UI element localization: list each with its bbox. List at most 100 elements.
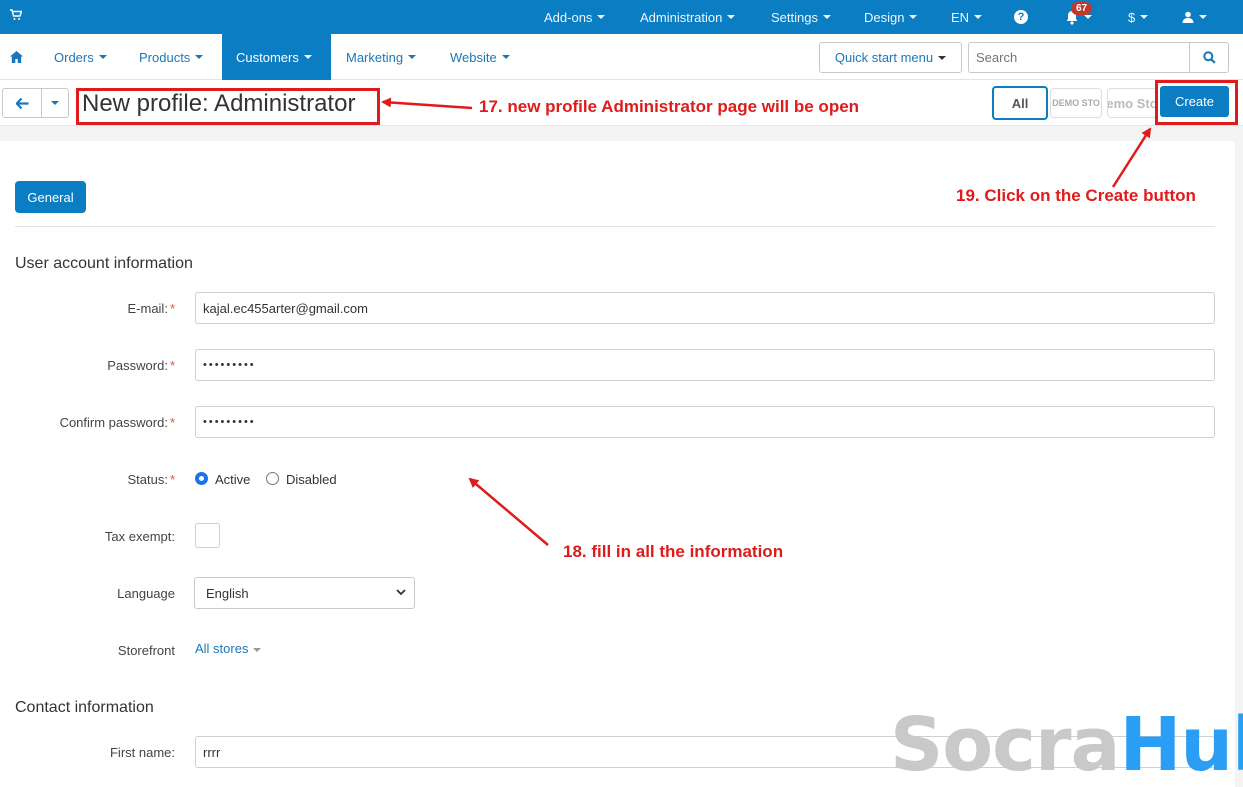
profile-form-panel: General User account information E-mail:…	[0, 141, 1235, 787]
nav-marketing-label: Marketing	[346, 49, 404, 65]
annotation-step19: 19. Click on the Create button	[956, 186, 1196, 205]
help-button[interactable]: ?	[1014, 0, 1028, 34]
watermark-part1: Socra	[890, 702, 1120, 787]
topnav-design[interactable]: Design	[864, 0, 918, 34]
chevron-down-icon	[727, 15, 736, 19]
password-label: Password: *	[0, 358, 175, 373]
storefront-all-button[interactable]: All	[992, 86, 1048, 120]
chevron-down-icon	[98, 55, 107, 59]
main-navigation: Orders Products Customers Marketing Webs…	[0, 34, 1243, 80]
first-name-label: First name:	[109, 745, 175, 760]
annotation-step17: 17. new profile Administrator page will …	[479, 97, 860, 116]
topnav-addons[interactable]: Add-ons	[544, 0, 606, 34]
search-icon	[1202, 51, 1216, 64]
chevron-down-icon	[909, 15, 918, 19]
user-account-section-title: User account information	[15, 255, 193, 272]
tax-exempt-label: Tax exempt:	[104, 529, 175, 544]
title-highlight-box	[76, 88, 380, 125]
required-marker: *	[169, 472, 175, 487]
topnav-administration-label: Administration	[640, 9, 723, 25]
chevron-down-icon	[253, 647, 262, 652]
topnav-addons-label: Add-ons	[544, 9, 593, 25]
topnav-settings-label: Settings	[771, 9, 818, 25]
nav-products[interactable]: Products	[125, 34, 217, 80]
chevron-down-icon	[195, 55, 204, 59]
tax-exempt-checkbox[interactable]	[195, 523, 220, 548]
topnav-settings[interactable]: Settings	[771, 0, 831, 34]
search-button[interactable]	[1189, 42, 1229, 73]
socrahub-watermark: SocraHub	[890, 708, 1243, 782]
notification-count-badge: 67	[1071, 2, 1093, 15]
password-label-text: Password:	[107, 358, 168, 373]
status-disabled-radio[interactable]	[266, 472, 279, 485]
nav-customers[interactable]: Customers	[222, 34, 331, 80]
confirm-password-label-text: Confirm password:	[59, 415, 168, 430]
nav-customers-label: Customers	[236, 49, 299, 65]
language-select[interactable]: English	[194, 577, 415, 609]
chevron-down-icon	[1199, 15, 1207, 19]
annotation-step18: 18. fill in all the information	[563, 542, 784, 561]
question-icon: ?	[1014, 10, 1028, 24]
required-marker: *	[169, 301, 175, 316]
chevron-down-icon	[597, 15, 606, 19]
required-marker: *	[169, 358, 175, 373]
storefront-demo-logo-2[interactable]: emo Sto	[1107, 88, 1157, 118]
back-dropdown-button[interactable]	[41, 88, 69, 118]
home-icon[interactable]	[10, 51, 23, 63]
chevron-down-icon	[822, 15, 831, 19]
topnav-design-label: Design	[864, 9, 905, 25]
cart-icon[interactable]	[10, 9, 23, 24]
contact-section-title: Contact information	[15, 699, 154, 716]
create-highlight-box	[1155, 80, 1238, 125]
tab-general[interactable]: General	[15, 181, 86, 213]
storefront-demo-logo-1[interactable]: DEMO STO	[1050, 88, 1102, 118]
currency-switcher[interactable]: $	[1128, 0, 1149, 34]
nav-marketing[interactable]: Marketing	[332, 34, 430, 80]
email-label-text: E-mail:	[127, 301, 168, 316]
chevron-down-icon	[303, 55, 312, 59]
status-label-text: Status:	[127, 472, 168, 487]
user-icon	[1182, 11, 1194, 23]
nav-orders-label: Orders	[54, 49, 94, 65]
email-label: E-mail: *	[0, 301, 175, 316]
topnav-language-label: EN	[951, 9, 970, 25]
nav-website-label: Website	[450, 49, 497, 65]
tab-divider	[15, 226, 1215, 227]
storefront-label: Storefront	[117, 643, 175, 658]
top-admin-bar: Add-ons Administration Settings Design E…	[0, 0, 1243, 34]
required-marker: *	[169, 415, 175, 430]
nav-website[interactable]: Website	[436, 34, 524, 80]
nav-products-label: Products	[139, 49, 191, 65]
language-label: Language	[117, 586, 175, 601]
user-menu[interactable]	[1182, 0, 1207, 34]
topnav-language[interactable]: EN	[951, 0, 983, 34]
chevron-down-icon	[938, 55, 947, 60]
search-input[interactable]	[968, 42, 1189, 73]
quick-start-menu-button[interactable]: Quick start menu	[819, 42, 962, 73]
password-field[interactable]: •••••••••	[195, 349, 1215, 381]
storefront-picker[interactable]: All stores	[195, 641, 262, 656]
chevron-down-icon	[1140, 15, 1149, 19]
status-disabled-label[interactable]: Disabled	[286, 472, 337, 487]
chevron-down-icon	[408, 55, 417, 59]
watermark-part2: Hub	[1119, 702, 1243, 787]
chevron-down-icon	[51, 101, 59, 105]
status-label: Status: *	[0, 472, 175, 487]
chevron-down-icon	[501, 55, 510, 59]
storefront-picker-value: All stores	[195, 641, 249, 656]
email-field[interactable]: kajal.ec455arter@gmail.com	[195, 292, 1215, 324]
arrow-left-icon	[15, 97, 28, 109]
quick-start-label: Quick start menu	[834, 50, 934, 65]
chevron-down-icon	[396, 589, 406, 596]
status-active-radio[interactable]	[195, 472, 208, 485]
back-button[interactable]	[2, 88, 42, 118]
currency-label: $	[1128, 9, 1136, 25]
nav-orders[interactable]: Orders	[40, 34, 121, 80]
topnav-administration[interactable]: Administration	[640, 0, 736, 34]
chevron-down-icon	[1084, 15, 1092, 19]
confirm-password-label: Confirm password: *	[0, 415, 175, 430]
language-select-value: English	[206, 585, 249, 601]
confirm-password-field[interactable]: •••••••••	[195, 406, 1215, 438]
status-active-label[interactable]: Active	[215, 472, 250, 487]
chevron-down-icon	[974, 15, 983, 19]
